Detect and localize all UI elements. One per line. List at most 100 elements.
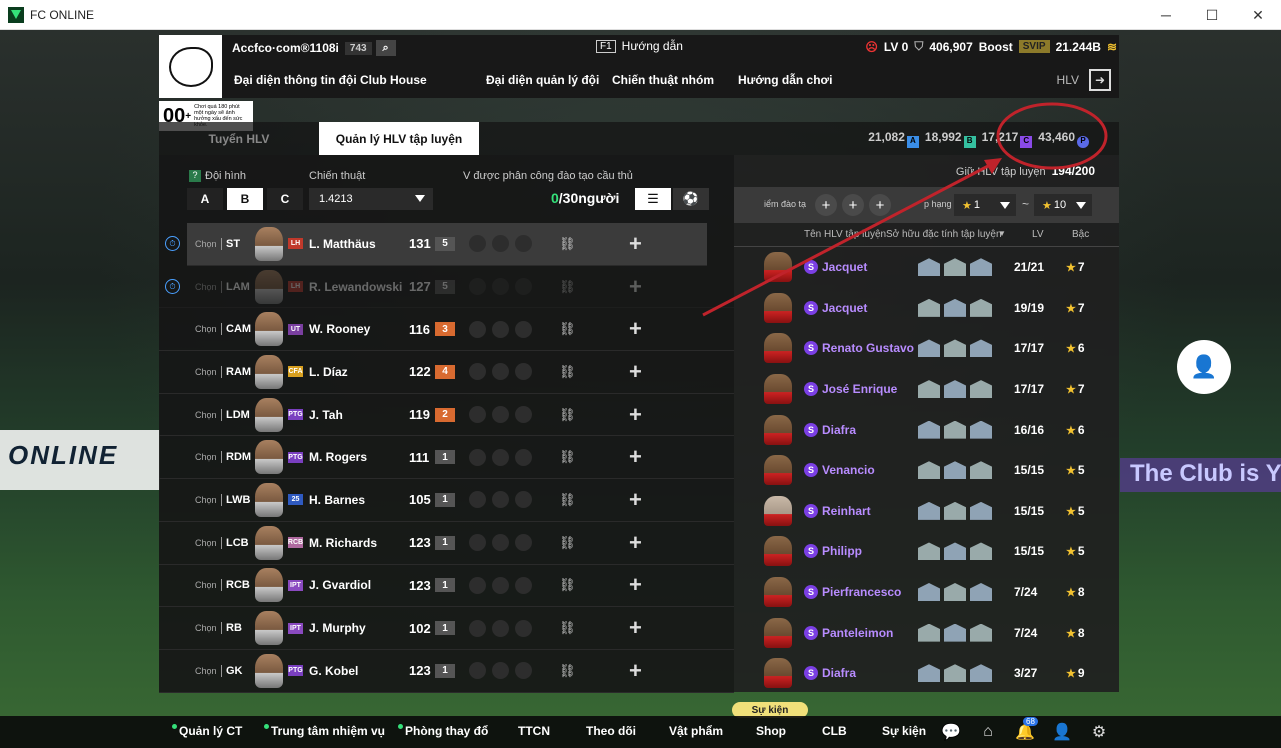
player-name: J. Tah — [309, 407, 343, 422]
coach-row[interactable]: S Jacquet 21/21 ★ 7 — [734, 247, 1119, 288]
profile-icon[interactable]: 👤 — [1051, 721, 1073, 743]
add-coach-button[interactable]: + — [629, 658, 642, 684]
nav-mission-center[interactable]: Trung tâm nhiệm vụ — [264, 724, 385, 738]
add-coach-button[interactable]: + — [629, 487, 642, 513]
formation-help-icon[interactable]: ? — [189, 170, 201, 182]
exit-icon[interactable]: ➜ — [1089, 69, 1111, 91]
player-row[interactable]: Chọn CAM UT W. Rooney 116 3 ⛓ + — [159, 308, 734, 352]
trait-icons — [918, 583, 992, 602]
tab-recruit-coach[interactable]: Tuyển HLV — [179, 122, 299, 155]
nav-shop[interactable]: Shop — [756, 724, 786, 738]
player-row[interactable]: Chọn RAM CFA L. Díaz 122 4 ⛓ + — [159, 351, 734, 394]
nav-play-guide[interactable]: Hướng dẫn chơi — [738, 73, 832, 87]
guide-button[interactable]: F1 Hướng dẫn — [596, 39, 683, 53]
link-icon[interactable]: ⛓ — [559, 577, 576, 593]
link-icon[interactable]: ⛓ — [559, 364, 576, 380]
link-icon[interactable]: ⛓ — [559, 407, 576, 423]
home-icon[interactable]: ⌂ — [977, 721, 999, 743]
player-row[interactable]: Chọn RCB IPT J. Gvardiol 123 1 ⛓ + — [159, 565, 734, 608]
nav-team-tactics[interactable]: Chiến thuật nhóm — [612, 73, 714, 87]
coach-row[interactable]: S Venancio 15/15 ★ 5 — [734, 450, 1119, 491]
minimize-button[interactable]: ─ — [1143, 0, 1189, 30]
nav-follow[interactable]: Theo dõi — [586, 724, 636, 738]
coach-row[interactable]: S Jacquet 19/19 ★ 7 — [734, 288, 1119, 329]
field-view-icon[interactable]: ⚽ — [673, 188, 709, 210]
nav-team-info[interactable]: Đại diện thông tin đội — [234, 73, 357, 87]
filter-add-button[interactable]: + — [842, 194, 864, 216]
club-logo[interactable] — [159, 35, 222, 98]
player-training-panel: ? Đội hình A B C Chiến thuật 1.4213 V đư… — [159, 155, 734, 693]
add-coach-button[interactable]: + — [629, 316, 642, 342]
close-button[interactable]: ✕ — [1235, 0, 1281, 30]
tab-manage-coach[interactable]: Quản lý HLV tập luyện — [319, 122, 479, 155]
link-icon[interactable]: ⛓ — [559, 492, 576, 508]
link-icon[interactable]: ⛓ — [559, 449, 576, 465]
player-row[interactable]: Chọn RDM PTG M. Rogers 111 1 ⛓ + — [159, 436, 734, 480]
player-row[interactable]: Chọn GK PTG G. Kobel 123 1 ⛓ + — [159, 650, 734, 693]
link-icon[interactable]: ⛓ — [559, 236, 576, 252]
s-badge-icon: S — [804, 585, 818, 600]
s-badge-icon: S — [804, 341, 818, 356]
coach-row[interactable]: S Reinhart 15/15 ★ 5 — [734, 491, 1119, 532]
coach-row[interactable]: S Diafra 3/27 ★ 9 — [734, 653, 1119, 694]
currency-a: 21,082 A — [868, 130, 919, 148]
col-lv[interactable]: LV — [1032, 229, 1044, 240]
max-star-dropdown[interactable]: ★ 10 — [1034, 194, 1092, 216]
tactic-dropdown[interactable]: 1.4213 — [309, 188, 433, 210]
add-coach-button[interactable]: + — [629, 231, 642, 257]
col-coach-name[interactable]: Tên HLV tập luyện — [804, 229, 886, 240]
coach-row[interactable]: S Diafra 16/16 ★ 6 — [734, 409, 1119, 450]
add-coach-button[interactable]: + — [629, 530, 642, 556]
player-row[interactable]: Chọn ST LH L. Matthäus 131 5 ⛓ + — [187, 223, 707, 266]
nav-club[interactable]: CLB — [822, 724, 847, 738]
nav-manager[interactable]: Quản lý CT — [172, 724, 242, 738]
list-view-icon[interactable]: ☰ — [635, 188, 671, 210]
add-coach-button[interactable]: + — [629, 274, 642, 300]
nav-events[interactable]: Sự kiện — [882, 724, 926, 738]
col-rank[interactable]: Bậc — [1072, 229, 1089, 240]
gear-icon[interactable]: ⚙ — [1088, 721, 1110, 743]
chat-icon[interactable]: 💬 — [940, 721, 962, 743]
nav-locker-room[interactable]: Phòng thay đổ — [398, 724, 488, 738]
col-traits[interactable]: Sở hữu đặc tính tập luyện — [886, 229, 1002, 240]
coach-row[interactable]: S José Enrique 17/17 ★ 7 — [734, 369, 1119, 410]
coach-rank: ★ 5 — [1066, 544, 1085, 559]
link-icon[interactable]: ⛓ — [559, 620, 576, 636]
filter-add-button[interactable]: + — [815, 194, 837, 216]
add-coach-button[interactable]: + — [629, 572, 642, 598]
link-icon[interactable]: ⛓ — [559, 279, 576, 295]
link-icon[interactable]: ⛓ — [559, 663, 576, 679]
coach-row[interactable]: S Philipp 15/15 ★ 5 — [734, 531, 1119, 572]
add-coach-button[interactable]: + — [629, 444, 642, 470]
fc-online-app-icon — [8, 6, 24, 23]
formation-b-button[interactable]: B — [227, 188, 263, 210]
account-name: Accfco·com®1108i — [232, 41, 339, 55]
nav-ttcn[interactable]: TTCN — [518, 724, 550, 738]
search-icon[interactable]: ⌕ — [375, 40, 396, 56]
coach-row[interactable]: S Panteleimon 7/24 ★ 8 — [734, 612, 1119, 653]
friend-chat-icon[interactable]: 👤 — [1177, 340, 1231, 394]
chevron-down-icon — [1000, 202, 1010, 209]
sort-arrow-icon[interactable]: ▼ — [998, 229, 1006, 238]
filter-add-button[interactable]: + — [869, 194, 891, 216]
player-row[interactable]: Chọn LCB RCB M. Richards 123 1 ⛓ + — [159, 522, 734, 565]
formation-a-button[interactable]: A — [187, 188, 223, 210]
link-icon[interactable]: ⛓ — [559, 321, 576, 337]
add-coach-button[interactable]: + — [629, 359, 642, 385]
link-icon[interactable]: ⛓ — [559, 535, 576, 551]
player-row[interactable]: Chọn LWB 25 H. Barnes 105 1 ⛓ + — [159, 479, 734, 522]
player-row[interactable]: Chọn LDM PTG J. Tah 119 2 ⛓ + — [159, 394, 734, 437]
add-coach-button[interactable]: + — [629, 615, 642, 641]
nav-items[interactable]: Vật phẩm — [669, 724, 723, 738]
player-row[interactable]: Chọn RB IPT J. Murphy 102 1 ⛓ + — [159, 607, 734, 650]
maximize-button[interactable]: ☐ — [1189, 0, 1235, 30]
formation-c-button[interactable]: C — [267, 188, 303, 210]
min-star-dropdown[interactable]: ★ 1 — [954, 194, 1016, 216]
coach-row[interactable]: S Pierfrancesco 7/24 ★ 8 — [734, 572, 1119, 613]
player-row[interactable]: Chọn LAM LH R. Lewandowski 127 5 ⛓ + — [159, 266, 734, 309]
coach-row[interactable]: S Renato Gustavo 17/17 ★ 6 — [734, 328, 1119, 369]
add-coach-button[interactable]: + — [629, 402, 642, 428]
nav-team-manager[interactable]: Đại diện quản lý đội — [486, 73, 599, 87]
season-badge: IPT — [288, 579, 303, 591]
nav-club-house[interactable]: Club House — [360, 73, 427, 87]
